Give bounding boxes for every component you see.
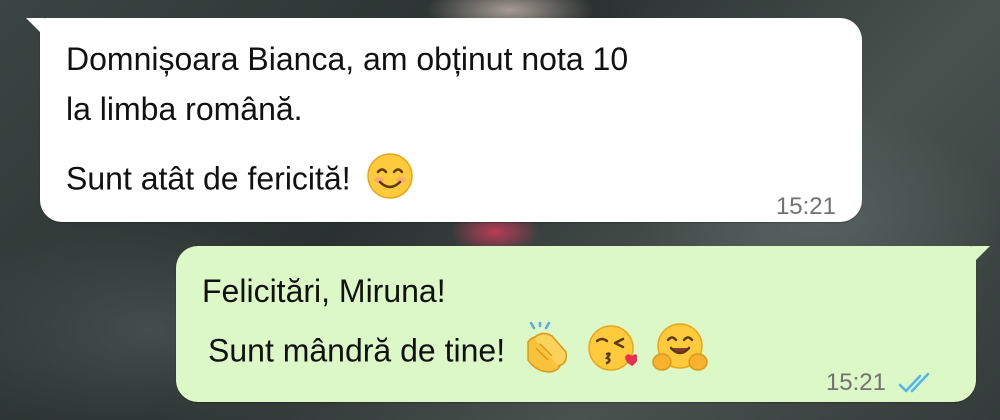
kissing-face-icon bbox=[587, 323, 638, 383]
message-text-line: Domnișoara Bianca, am obținut nota 10 bbox=[66, 41, 629, 77]
message-text-line: Felicitări, Miruna! bbox=[202, 273, 446, 309]
hugging-face-icon bbox=[652, 322, 708, 384]
message-text: Sunt mândră de tine! bbox=[208, 332, 506, 369]
clapping-hands-icon bbox=[514, 320, 572, 384]
message-text-line: Sunt mândră de tine! bbox=[208, 320, 708, 384]
message-text-line: la limba română. bbox=[66, 91, 303, 127]
message-text-line: Sunt atât de fericită! bbox=[66, 152, 414, 210]
read-double-check-icon bbox=[898, 364, 936, 406]
message-timestamp: 15:21 bbox=[775, 193, 836, 220]
message-timestamp: 15:21 bbox=[825, 369, 886, 396]
smiling-face-icon bbox=[366, 152, 414, 210]
outgoing-message-bubble[interactable]: Felicitări, Miruna! Sunt mândră de tine! bbox=[176, 246, 990, 402]
incoming-message-bubble[interactable]: Domnișoara Bianca, am obținut nota 10 la… bbox=[26, 18, 862, 222]
message-text: Sunt atât de fericită! bbox=[66, 160, 351, 197]
